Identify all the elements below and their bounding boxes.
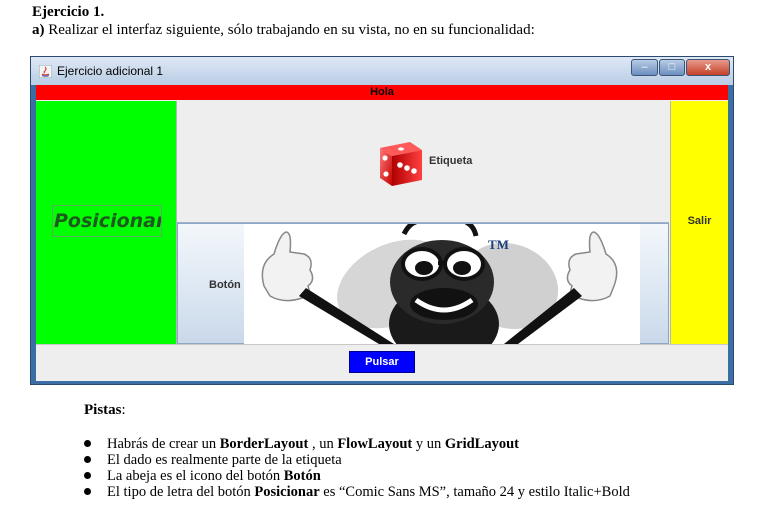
- dice-icon: [380, 142, 422, 186]
- content-pane: Hola Posicionar Etiqueta Botón TM Salir …: [36, 85, 728, 381]
- exercise-task: a) Realizar el interfaz siguiente, sólo …: [32, 22, 535, 39]
- hint-item-bee: La abeja es el icono del botón Botón: [84, 468, 630, 484]
- hint-text: El dado es realmente parte de la etiquet…: [107, 452, 342, 468]
- hint-bold: Posicionar: [254, 484, 320, 500]
- hint-text: El tipo de letra del botón: [107, 484, 255, 500]
- boton-label: Botón: [209, 279, 241, 291]
- north-label-hola: Hola: [36, 85, 728, 100]
- west-panel: Posicionar: [36, 101, 177, 344]
- hints-title-text: Pistas: [84, 402, 122, 418]
- bullet-icon: [84, 440, 91, 447]
- hint-item-dice: El dado es realmente parte de la etiquet…: [84, 452, 630, 468]
- salir-label: Salir: [687, 215, 712, 227]
- java-icon: [39, 65, 52, 78]
- hint-text: , un: [308, 436, 338, 452]
- hint-text: es “Comic Sans MS”, tamaño 24 y estilo I…: [319, 484, 630, 500]
- hint-text: Habrás de crear un: [107, 436, 220, 452]
- posicionar-button[interactable]: Posicionar: [52, 205, 162, 237]
- bee-tm-text: TM: [488, 237, 509, 252]
- south-panel: Pulsar: [36, 344, 728, 381]
- exercise-heading: Ejercicio 1.: [32, 4, 105, 20]
- bullet-icon: [84, 488, 91, 495]
- bullet-icon: [84, 472, 91, 479]
- hint-text: y un: [412, 436, 445, 452]
- salir-button[interactable]: Salir: [670, 101, 728, 344]
- hints-list: Habrás de crear un BorderLayout , un Flo…: [84, 436, 630, 500]
- title-bar[interactable]: Ejercicio adicional 1 – □ x: [31, 57, 733, 85]
- maximize-button[interactable]: □: [659, 59, 685, 76]
- hint-item-layouts: Habrás de crear un BorderLayout , un Flo…: [84, 436, 630, 452]
- hint-text: La abeja es el icono del botón: [107, 468, 284, 484]
- close-button[interactable]: x: [686, 59, 730, 76]
- hints-title: Pistas:: [84, 402, 126, 418]
- minimize-button[interactable]: –: [631, 59, 658, 76]
- hint-item-font: El tipo de letra del botón Posicionar es…: [84, 484, 630, 500]
- hint-bold: Botón: [283, 468, 321, 484]
- app-window: Ejercicio adicional 1 – □ x Hola Posicio…: [30, 56, 734, 385]
- hint-bold: FlowLayout: [337, 436, 413, 452]
- pulsar-button[interactable]: Pulsar: [349, 351, 415, 373]
- etiqueta-label: Etiqueta: [177, 101, 669, 223]
- bullet-icon: [84, 456, 91, 463]
- task-text: Realizar el interfaz siguiente, sólo tra…: [48, 22, 535, 38]
- task-letter: a): [32, 22, 45, 38]
- window-title: Ejercicio adicional 1: [57, 64, 164, 78]
- bee-icon: TM: [244, 224, 640, 344]
- etiqueta-text: Etiqueta: [429, 155, 473, 167]
- hint-bold: BorderLayout: [219, 436, 309, 452]
- hint-bold: GridLayout: [444, 436, 519, 452]
- boton-button[interactable]: Botón TM: [177, 223, 669, 344]
